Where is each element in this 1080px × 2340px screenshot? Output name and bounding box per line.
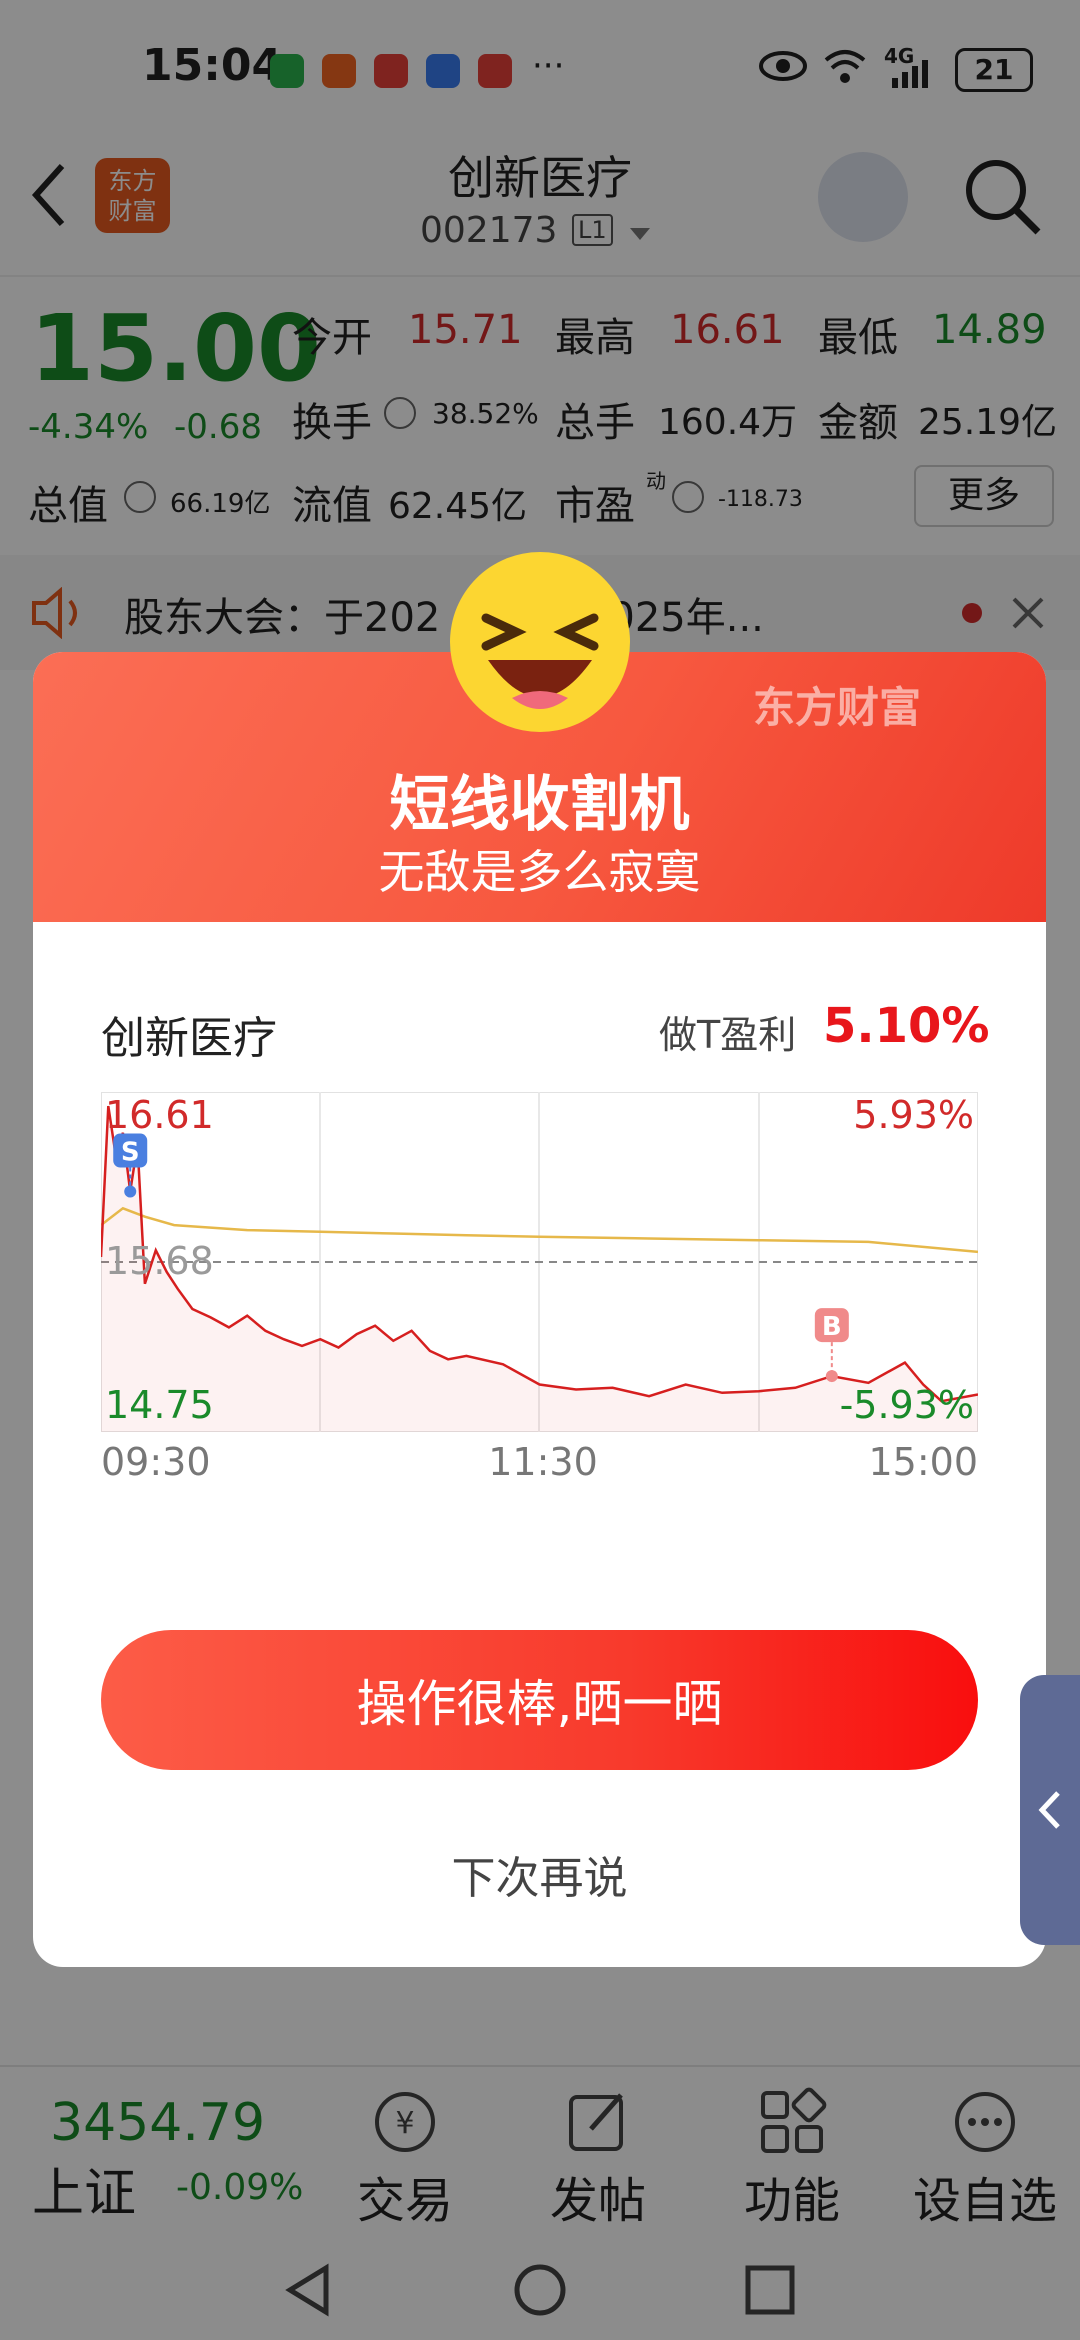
- sell-marker-label: S: [121, 1138, 140, 1168]
- y-tick-high: 16.61: [105, 1093, 214, 1137]
- x-tick-mid: 11:30: [488, 1440, 598, 1484]
- later-button[interactable]: 下次再说: [33, 1842, 1046, 1906]
- trade-marker-dot: [825, 1370, 838, 1383]
- profit-label: 做T盈利: [659, 1013, 797, 1057]
- x-tick-close: 15:00: [868, 1440, 978, 1484]
- intraday-chart: S B 16.61 5.93% 15.68 14.75 -5.93%: [101, 1092, 978, 1432]
- buy-marker-label: B: [822, 1312, 842, 1342]
- x-tick-open: 09:30: [101, 1440, 211, 1484]
- y-tick-mid: 15.68: [105, 1239, 214, 1283]
- y-tick-low-pct: -5.93%: [840, 1383, 974, 1427]
- trade-marker-dot: [124, 1185, 137, 1198]
- dialog-subtitle: 无敌是多么寂寞: [378, 845, 701, 899]
- laughing-emoji-icon: [450, 552, 630, 732]
- y-tick-high-pct: 5.93%: [853, 1093, 974, 1137]
- profit-value: 5.10%: [823, 998, 990, 1054]
- profit-share-dialog: 东方财富 短线收割机 无敌是多么寂寞 创新医疗 做T盈利 5.10% S B 16…: [33, 652, 1046, 1967]
- dialog-title: 短线收割机: [389, 770, 690, 840]
- side-drawer-handle[interactable]: [1020, 1675, 1080, 1945]
- brand-watermark: 东方财富: [753, 683, 922, 732]
- chevron-left-icon: [1038, 1791, 1060, 1829]
- modal-stock-name: 创新医疗: [101, 1013, 277, 1064]
- share-button[interactable]: 操作很棒,晒一晒: [101, 1630, 978, 1770]
- y-tick-low: 14.75: [105, 1383, 214, 1427]
